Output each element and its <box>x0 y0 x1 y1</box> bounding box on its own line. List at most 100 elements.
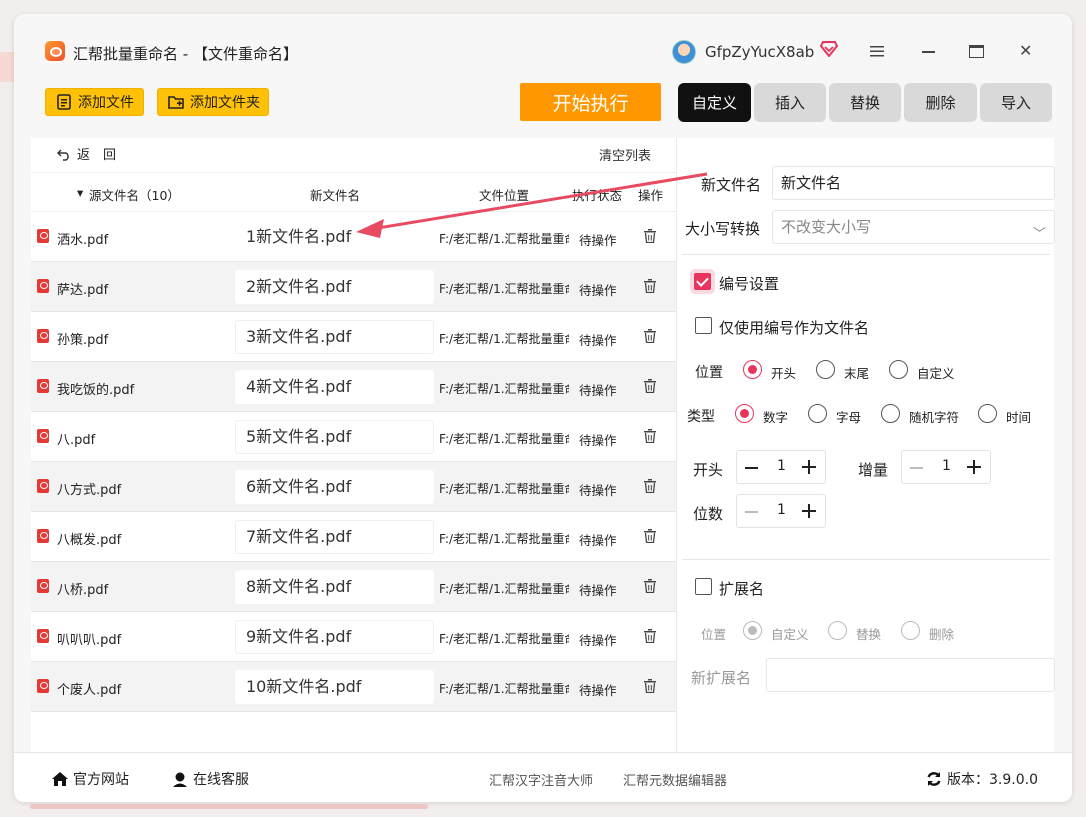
digits-stepper[interactable]: 1 <box>736 494 826 528</box>
user-avatar[interactable] <box>672 40 696 64</box>
vip-diamond-icon[interactable] <box>820 41 838 57</box>
type-radio-random[interactable] <box>881 404 900 423</box>
table-row[interactable]: 八方式.pdf 6新文件名.pdf F:/老汇帮/1.汇帮批量重命名待操作 <box>31 462 676 512</box>
source-file-name: 萨达.pdf <box>57 283 109 298</box>
source-file-name: 洒水.pdf <box>57 233 109 248</box>
ext-radio-replace[interactable] <box>828 621 847 640</box>
table-row[interactable]: 八桥.pdf 8新文件名.pdf F:/老汇帮/1.汇帮批量重命名待操作 <box>31 562 676 612</box>
header-source[interactable]: 源文件名（10） <box>89 185 180 204</box>
type-radio-letter[interactable] <box>808 404 827 423</box>
position-radio-custom[interactable] <box>889 360 908 379</box>
new-file-name-field[interactable]: 8新文件名.pdf <box>235 570 434 604</box>
pdf-file-icon <box>37 329 49 343</box>
background-strip <box>30 804 428 809</box>
new-file-name-field[interactable]: 9新文件名.pdf <box>235 620 434 654</box>
table-row[interactable]: 个废人.pdf 10新文件名.pdf F:/老汇帮/1.汇帮批量重命名待操作 <box>31 662 676 712</box>
tab-import[interactable]: 导入 <box>980 83 1052 122</box>
table-row[interactable]: 我吃饭的.pdf 4新文件名.pdf F:/老汇帮/1.汇帮批量重命名待操作 <box>31 362 676 412</box>
status-text: 待操作 <box>579 233 617 248</box>
sort-caret-icon[interactable]: ▾ <box>77 185 83 200</box>
tab-replace[interactable]: 替换 <box>829 83 901 122</box>
increment-icon[interactable] <box>967 460 981 474</box>
decrement-icon[interactable] <box>745 467 758 469</box>
version-label: 版本：3.9.0.0 <box>947 772 1038 788</box>
table-row[interactable]: 孙策.pdf 3新文件名.pdf F:/老汇帮/1.汇帮批量重命名待操作 <box>31 312 676 362</box>
ext-option-replace: 替换 <box>856 627 882 642</box>
trash-icon[interactable] <box>644 279 656 293</box>
trash-icon[interactable] <box>644 229 656 243</box>
new-file-name-field[interactable]: 1新文件名.pdf <box>235 220 434 254</box>
website-link[interactable]: 官方网站 <box>51 769 129 789</box>
type-radio-number[interactable] <box>735 404 754 423</box>
table-row[interactable]: 叭叭叭.pdf 9新文件名.pdf F:/老汇帮/1.汇帮批量重命名待操作 <box>31 612 676 662</box>
ext-radio-delete[interactable] <box>901 621 920 640</box>
tab-insert[interactable]: 插入 <box>754 83 826 122</box>
tab-delete[interactable]: 删除 <box>904 83 977 122</box>
table-row[interactable]: 萨达.pdf 2新文件名.pdf F:/老汇帮/1.汇帮批量重命名待操作 <box>31 262 676 312</box>
tab-custom[interactable]: 自定义 <box>678 83 751 122</box>
trash-icon[interactable] <box>644 579 656 593</box>
increment-stepper[interactable]: 1 <box>901 450 991 484</box>
ext-radio-custom[interactable] <box>743 621 762 640</box>
source-file-name: 叭叭叭.pdf <box>57 633 122 648</box>
add-folder-button[interactable]: 添加文件夹 <box>157 88 269 116</box>
table-row[interactable]: 洒水.pdf 1新文件名.pdf F:/老汇帮/1.汇帮批量重命名待操作 <box>31 212 676 262</box>
footer-link-pinyin[interactable]: 汇帮汉字注音大师 <box>489 770 593 789</box>
settings-panel: 新文件名 新文件名 大小写转换 不改变大小写 ﹀ 编号设置 仅使用编号作为文件名… <box>676 138 1055 752</box>
support-link[interactable]: 在线客服 <box>171 769 249 789</box>
menu-icon[interactable] <box>870 44 884 58</box>
trash-icon[interactable] <box>644 679 656 693</box>
new-name-input[interactable]: 新文件名 <box>772 166 1055 200</box>
version-info[interactable]: 版本：3.9.0.0 <box>925 769 1038 789</box>
add-file-button[interactable]: 添加文件 <box>45 88 144 116</box>
trash-icon[interactable] <box>644 529 656 543</box>
increment-icon[interactable] <box>802 504 816 518</box>
new-file-name-field[interactable]: 7新文件名.pdf <box>235 520 434 554</box>
trash-icon[interactable] <box>644 629 656 643</box>
type-radio-time[interactable] <box>978 404 997 423</box>
close-icon[interactable]: ✕ <box>1019 43 1032 59</box>
table-row[interactable]: 八.pdf 5新文件名.pdf F:/老汇帮/1.汇帮批量重命名待操作 <box>31 412 676 462</box>
header-new-name: 新文件名 <box>310 188 361 203</box>
numbering-checkbox[interactable] <box>694 273 711 290</box>
new-ext-input[interactable] <box>766 658 1055 692</box>
footer-link-metadata[interactable]: 汇帮元数据编辑器 <box>623 770 727 789</box>
new-file-name-field[interactable]: 6新文件名.pdf <box>235 470 434 504</box>
clear-list-button[interactable]: 清空列表 <box>599 145 651 164</box>
trash-icon[interactable] <box>644 479 656 493</box>
only-number-checkbox[interactable] <box>695 317 712 334</box>
new-file-name-field[interactable]: 2新文件名.pdf <box>235 270 434 304</box>
start-label: 开头 <box>693 461 724 479</box>
position-radio-start[interactable] <box>743 360 762 379</box>
back-arrow-icon <box>57 149 69 161</box>
extension-checkbox[interactable] <box>695 578 712 595</box>
new-file-name-field[interactable]: 4新文件名.pdf <box>235 370 434 404</box>
numbering-label: 编号设置 <box>719 275 780 293</box>
new-file-name-field[interactable]: 10新文件名.pdf <box>235 670 434 704</box>
status-text: 待操作 <box>579 633 617 648</box>
type-option-number: 数字 <box>763 410 789 425</box>
maximize-icon[interactable] <box>969 45 984 58</box>
increment-icon[interactable] <box>802 460 816 474</box>
username[interactable]: GfpZyYucX8ab <box>705 43 814 61</box>
trash-icon[interactable] <box>644 429 656 443</box>
file-location: F:/老汇帮/1.汇帮批量重命名 <box>439 632 569 646</box>
minimize-icon[interactable] <box>922 51 935 53</box>
decrement-icon[interactable] <box>910 467 923 469</box>
file-location: F:/老汇帮/1.汇帮批量重命名 <box>439 682 569 696</box>
start-button[interactable]: 开始执行 <box>520 83 661 121</box>
case-select[interactable]: 不改变大小写 ﹀ <box>772 210 1055 244</box>
trash-icon[interactable] <box>644 329 656 343</box>
position-radio-end[interactable] <box>816 360 835 379</box>
back-label: 返 回 <box>77 148 117 163</box>
new-file-name-field[interactable]: 3新文件名.pdf <box>235 320 434 354</box>
back-button[interactable]: 返 回 <box>57 144 116 163</box>
app-logo-icon <box>45 41 65 61</box>
footer: 官方网站 在线客服 汇帮汉字注音大师 汇帮元数据编辑器 版本：3.9.0.0 <box>14 752 1072 802</box>
case-label: 大小写转换 <box>685 220 761 238</box>
decrement-icon[interactable] <box>745 511 758 513</box>
table-row[interactable]: 八概发.pdf 7新文件名.pdf F:/老汇帮/1.汇帮批量重命名待操作 <box>31 512 676 562</box>
trash-icon[interactable] <box>644 379 656 393</box>
new-file-name-field[interactable]: 5新文件名.pdf <box>235 420 434 454</box>
start-stepper[interactable]: 1 <box>736 450 826 484</box>
